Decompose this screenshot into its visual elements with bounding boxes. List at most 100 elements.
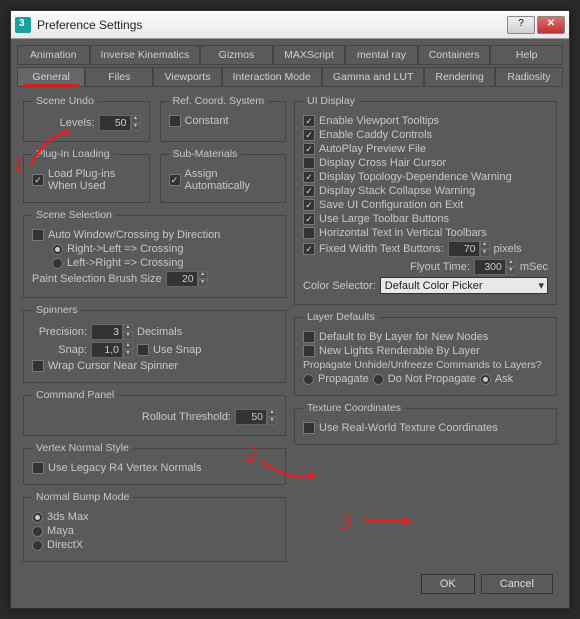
brush-up[interactable]: ▲ [198, 271, 208, 279]
donot-label: Do Not Propagate [388, 373, 476, 385]
tab-radiosity[interactable]: Radiosity [495, 67, 563, 87]
tab-general[interactable]: General [17, 67, 85, 87]
brush-label: Paint Selection Brush Size [32, 273, 162, 285]
fixedw-spinner[interactable]: ▲▼ [448, 241, 490, 257]
flyout-input[interactable] [474, 259, 506, 275]
tab-gamma-lut[interactable]: Gamma and LUT [322, 67, 425, 87]
colorsel-label: Color Selector: [303, 280, 376, 292]
snap-label: Snap: [32, 344, 87, 356]
tab-help[interactable]: Help [490, 45, 563, 65]
rollout-down[interactable]: ▼ [267, 417, 277, 425]
tab-animation[interactable]: Animation [17, 45, 90, 65]
nbm-3dsmax-radio[interactable] [32, 512, 43, 523]
autoplay-checkbox[interactable] [303, 143, 315, 155]
vertex-normal-group: Vertex Normal Style Use Legacy R4 Vertex… [23, 442, 286, 485]
rollout-input[interactable] [235, 409, 267, 425]
htext-label: Horizontal Text in Vertical Toolbars [319, 227, 487, 239]
snap-up[interactable]: ▲ [123, 342, 133, 350]
tab-rendering[interactable]: Rendering [424, 67, 494, 87]
titlebar: Preference Settings ? ✕ [11, 11, 569, 39]
nbm-maya-radio[interactable] [32, 526, 43, 537]
fixedw-up[interactable]: ▲ [480, 241, 490, 249]
nbm-3dsmax-label: 3ds Max [47, 511, 89, 523]
caddy-label: Enable Caddy Controls [319, 129, 432, 141]
tab-files[interactable]: Files [85, 67, 153, 87]
wrap-cursor-checkbox[interactable] [32, 360, 44, 372]
saveui-label: Save UI Configuration on Exit [319, 199, 463, 211]
brush-down[interactable]: ▼ [198, 279, 208, 287]
tab-row-1: Animation Inverse Kinematics Gizmos MAXS… [17, 45, 563, 65]
close-button[interactable]: ✕ [537, 16, 565, 34]
ok-button[interactable]: OK [421, 574, 475, 594]
ask-radio[interactable] [480, 374, 491, 385]
precision-input[interactable] [91, 324, 123, 340]
rl-radio[interactable] [52, 244, 63, 255]
assign-auto-checkbox[interactable] [169, 174, 181, 186]
collapse-checkbox[interactable] [303, 185, 315, 197]
levels-up[interactable]: ▲ [131, 115, 141, 123]
newlights-label: New Lights Renderable By Layer [319, 345, 480, 357]
topo-label: Display Topology-Dependence Warning [319, 171, 512, 183]
pixels-label: pixels [494, 243, 522, 255]
nbm-directx-radio[interactable] [32, 540, 43, 551]
precision-spinner[interactable]: ▲▼ [91, 324, 133, 340]
htext-checkbox[interactable] [303, 227, 315, 239]
snap-spinner[interactable]: ▲▼ [91, 342, 133, 358]
flyout-spinner[interactable]: ▲▼ [474, 259, 516, 275]
default-bylayer-checkbox[interactable] [303, 331, 315, 343]
lr-radio[interactable] [52, 258, 63, 269]
ref-coord-legend: Ref. Coord. System [169, 95, 269, 107]
command-panel-group: Command Panel Rollout Threshold: ▲▼ [23, 389, 286, 436]
colorsel-value: Default Color Picker [385, 280, 483, 292]
snap-down[interactable]: ▼ [123, 350, 133, 358]
realworld-label: Use Real-World Texture Coordinates [319, 422, 498, 434]
donot-radio[interactable] [373, 374, 384, 385]
submaterials-group: Sub-Materials Assign Automatically [160, 148, 287, 203]
scene-selection-group: Scene Selection Auto Window/Crossing by … [23, 209, 286, 298]
caddy-checkbox[interactable] [303, 129, 315, 141]
flyout-down[interactable]: ▼ [506, 267, 516, 275]
tab-gizmos[interactable]: Gizmos [200, 45, 273, 65]
levels-input[interactable] [99, 115, 131, 131]
fixedw-input[interactable] [448, 241, 480, 257]
auto-window-label: Auto Window/Crossing by Direction [48, 229, 220, 241]
flyout-up[interactable]: ▲ [506, 259, 516, 267]
largetb-checkbox[interactable] [303, 213, 315, 225]
levels-spinner[interactable]: ▲▼ [99, 115, 141, 131]
help-button[interactable]: ? [507, 16, 535, 34]
constant-checkbox[interactable] [169, 115, 181, 127]
tab-containers[interactable]: Containers [418, 45, 491, 65]
levels-down[interactable]: ▼ [131, 123, 141, 131]
nbm-maya-label: Maya [47, 525, 74, 537]
rollout-up[interactable]: ▲ [267, 409, 277, 417]
use-snap-checkbox[interactable] [137, 344, 149, 356]
snap-input[interactable] [91, 342, 123, 358]
tooltips-checkbox[interactable] [303, 115, 315, 127]
precision-down[interactable]: ▼ [123, 332, 133, 340]
precision-up[interactable]: ▲ [123, 324, 133, 332]
load-plugins-checkbox[interactable] [32, 174, 44, 186]
propagate-radio[interactable] [303, 374, 314, 385]
topo-checkbox[interactable] [303, 171, 315, 183]
tab-viewports[interactable]: Viewports [153, 67, 221, 87]
tab-inverse-kinematics[interactable]: Inverse Kinematics [90, 45, 201, 65]
brush-input[interactable] [166, 271, 198, 287]
brush-spinner[interactable]: ▲▼ [166, 271, 208, 287]
newlights-checkbox[interactable] [303, 345, 315, 357]
tab-interaction-mode[interactable]: Interaction Mode [222, 67, 322, 87]
window-title: Preference Settings [37, 18, 507, 32]
color-selector-dropdown[interactable]: Default Color Picker [380, 277, 548, 294]
cancel-button[interactable]: Cancel [481, 574, 553, 594]
fixedw-down[interactable]: ▼ [480, 249, 490, 257]
crosshair-checkbox[interactable] [303, 157, 315, 169]
tab-maxscript[interactable]: MAXScript [273, 45, 346, 65]
fixedw-checkbox[interactable] [303, 243, 315, 255]
realworld-checkbox[interactable] [303, 422, 315, 434]
legacy-r4-checkbox[interactable] [32, 462, 44, 474]
auto-window-checkbox[interactable] [32, 229, 44, 241]
saveui-checkbox[interactable] [303, 199, 315, 211]
default-bylayer-label: Default to By Layer for New Nodes [319, 331, 488, 343]
rollout-spinner[interactable]: ▲▼ [235, 409, 277, 425]
nbm-directx-label: DirectX [47, 539, 83, 551]
tab-mental-ray[interactable]: mental ray [345, 45, 418, 65]
